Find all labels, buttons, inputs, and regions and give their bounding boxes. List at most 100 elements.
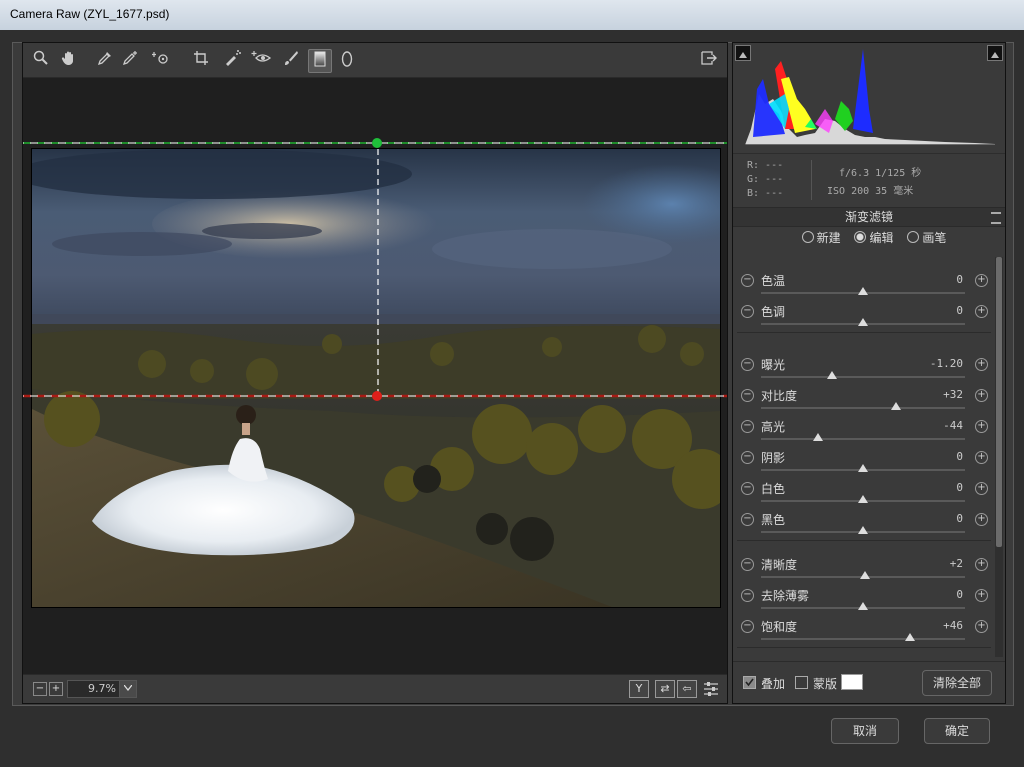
slider-track[interactable] xyxy=(761,633,965,641)
increase-icon[interactable]: + xyxy=(975,482,988,495)
spot-removal-icon[interactable] xyxy=(223,50,243,70)
mode-new-label[interactable]: 新建 xyxy=(817,231,841,245)
slider-track[interactable] xyxy=(761,571,965,579)
overlay-label: 叠加 xyxy=(761,677,786,691)
decrease-icon[interactable]: − xyxy=(741,558,754,571)
graduated-filter-overlay[interactable] xyxy=(32,149,720,607)
slider-value[interactable]: 0 xyxy=(883,304,963,317)
hand-tool-icon[interactable] xyxy=(59,50,79,70)
decrease-icon[interactable]: − xyxy=(741,358,754,371)
slider-track[interactable] xyxy=(761,371,965,379)
clear-all-button[interactable]: 清除全部 xyxy=(922,670,992,696)
preview-photo[interactable] xyxy=(31,148,721,608)
mode-edit-label[interactable]: 编辑 xyxy=(869,231,893,245)
before-after-toggle-button[interactable]: Y xyxy=(629,680,649,698)
zoom-tool-icon[interactable] xyxy=(31,50,51,70)
slider-thumb[interactable] xyxy=(858,495,868,503)
slider-thumb[interactable] xyxy=(858,464,868,472)
image-preview-area[interactable] xyxy=(23,78,727,674)
slider-thumb[interactable] xyxy=(858,602,868,610)
slider-value[interactable]: -44 xyxy=(883,419,963,432)
slider-row: − 色调 0 + xyxy=(733,302,995,333)
decrease-icon[interactable]: − xyxy=(741,620,754,633)
increase-icon[interactable]: + xyxy=(975,305,988,318)
slider-value[interactable]: +32 xyxy=(883,388,963,401)
slider-value[interactable]: +46 xyxy=(883,619,963,632)
slider-thumb[interactable] xyxy=(827,371,838,379)
mode-edit-radio[interactable] xyxy=(854,231,867,243)
preview-settings-icon[interactable] xyxy=(703,681,719,701)
adjustment-brush-icon[interactable] xyxy=(281,50,301,70)
copy-settings-button[interactable]: ⇦ xyxy=(677,680,697,698)
slider-value[interactable]: 0 xyxy=(883,588,963,601)
zoom-in-button[interactable]: + xyxy=(49,682,63,696)
slider-value[interactable]: 0 xyxy=(883,450,963,463)
slider-track[interactable] xyxy=(761,402,965,410)
slider-thumb[interactable] xyxy=(813,433,824,441)
mask-checkbox[interactable] xyxy=(795,676,808,689)
slider-thumb[interactable] xyxy=(858,318,868,326)
decrease-icon[interactable]: − xyxy=(741,482,754,495)
increase-icon[interactable]: + xyxy=(975,274,988,287)
panel-scrollbar[interactable] xyxy=(995,257,1003,657)
panel-menu-icon[interactable] xyxy=(991,212,1001,224)
open-prefs-icon[interactable] xyxy=(699,50,719,70)
increase-icon[interactable]: + xyxy=(975,389,988,402)
increase-icon[interactable]: + xyxy=(975,451,988,464)
mode-brush-radio[interactable] xyxy=(907,231,920,243)
decrease-icon[interactable]: − xyxy=(741,589,754,602)
color-sampler-icon[interactable] xyxy=(121,50,141,70)
slider-thumb[interactable] xyxy=(858,526,868,534)
increase-icon[interactable]: + xyxy=(975,513,988,526)
slider-track[interactable] xyxy=(761,526,965,534)
slider-track[interactable] xyxy=(761,318,965,326)
targeted-adjustment-icon[interactable] xyxy=(151,50,171,70)
slider-value[interactable]: 0 xyxy=(883,273,963,286)
slider-value[interactable]: 0 xyxy=(883,512,963,525)
swap-before-after-button[interactable]: ⇄ xyxy=(655,680,675,698)
decrease-icon[interactable]: − xyxy=(741,305,754,318)
decrease-icon[interactable]: − xyxy=(741,451,754,464)
overlay-checkbox[interactable] xyxy=(743,676,756,689)
scrollbar-thumb[interactable] xyxy=(996,257,1002,547)
top-filter-handle[interactable] xyxy=(372,138,382,148)
mode-brush-label[interactable]: 画笔 xyxy=(922,231,946,245)
decrease-icon[interactable]: − xyxy=(741,274,754,287)
increase-icon[interactable]: + xyxy=(975,620,988,633)
slider-thumb[interactable] xyxy=(858,287,868,295)
decrease-icon[interactable]: − xyxy=(741,420,754,433)
increase-icon[interactable]: + xyxy=(975,589,988,602)
slider-value[interactable]: +2 xyxy=(883,557,963,570)
increase-icon[interactable]: + xyxy=(975,558,988,571)
graduated-filter-icon[interactable] xyxy=(308,49,332,73)
slider-track[interactable] xyxy=(761,287,965,295)
radial-filter-icon[interactable] xyxy=(337,50,357,70)
slider-thumb[interactable] xyxy=(860,571,871,579)
red-eye-icon[interactable] xyxy=(251,50,272,70)
decrease-icon[interactable]: − xyxy=(741,513,754,526)
cancel-button[interactable]: 取消 xyxy=(831,718,899,744)
zoom-out-button[interactable]: − xyxy=(33,682,47,696)
slider-track[interactable] xyxy=(761,464,965,472)
decrease-icon[interactable]: − xyxy=(741,389,754,402)
slider-value[interactable]: 0 xyxy=(883,481,963,494)
slider-thumb[interactable] xyxy=(904,633,915,641)
slider-thumb[interactable] xyxy=(890,402,901,410)
preview-pane: − + 9.7% Y ⇄ ⇦ xyxy=(22,42,728,704)
iso-info: ISO 200 35 毫米 xyxy=(827,186,914,197)
bottom-filter-handle[interactable] xyxy=(372,391,382,401)
tool-toolbar xyxy=(23,43,727,78)
slider-track[interactable] xyxy=(761,433,965,441)
increase-icon[interactable]: + xyxy=(975,420,988,433)
eyedropper-icon[interactable] xyxy=(95,50,115,70)
slider-value[interactable]: -1.20 xyxy=(883,357,963,370)
slider-track[interactable] xyxy=(761,602,965,610)
zoom-dropdown-button[interactable] xyxy=(119,680,137,698)
mode-new-radio[interactable] xyxy=(801,231,814,243)
increase-icon[interactable]: + xyxy=(975,358,988,371)
mask-color-swatch[interactable] xyxy=(841,674,863,690)
crop-icon[interactable] xyxy=(191,50,211,70)
slider-track[interactable] xyxy=(761,495,965,503)
preview-statusbar: − + 9.7% Y ⇄ ⇦ xyxy=(23,674,727,703)
ok-button[interactable]: 确定 xyxy=(924,718,990,744)
